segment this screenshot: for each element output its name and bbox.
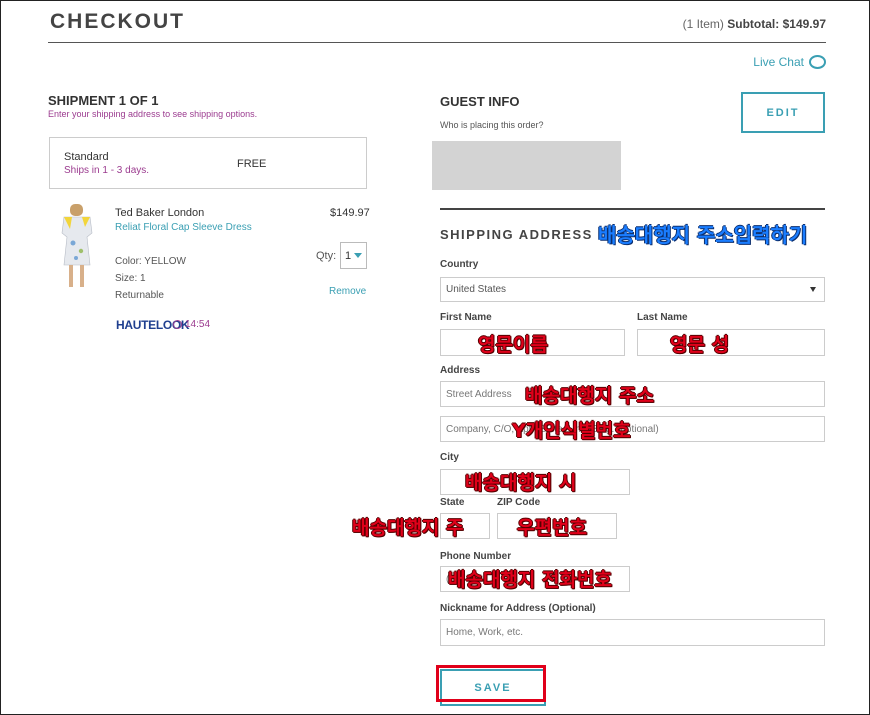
shipping-option-days: Ships in 1 - 3 days. — [64, 165, 150, 176]
annotation-first-name: 영문이름 — [478, 334, 548, 356]
product-color: Color: YELLOW — [115, 256, 186, 267]
last-name-input[interactable] — [637, 329, 825, 356]
guest-info-subtitle: Who is placing this order? — [440, 120, 544, 130]
nickname-placeholder: Home, Work, etc. — [446, 627, 524, 638]
save-highlight-box — [436, 665, 546, 702]
city-label: City — [440, 452, 459, 463]
annotation-phone: 배송대행지 전화번호 — [448, 569, 612, 591]
address-label: Address — [440, 365, 481, 376]
country-value: United States — [446, 284, 507, 295]
chevron-down-icon — [810, 287, 816, 292]
product-size: Size: 1 — [115, 273, 146, 284]
first-name-label: First Name — [440, 312, 492, 323]
nickname-input[interactable]: Home, Work, etc. — [440, 619, 825, 646]
chat-bubble-icon — [809, 55, 826, 69]
last-name-label: Last Name — [637, 312, 688, 323]
shipment-subtitle: Enter your shipping address to see shipp… — [48, 109, 258, 119]
redacted-guest-info — [432, 141, 621, 190]
timer-value: 14:54 — [185, 319, 211, 330]
live-chat-label: Live Chat — [753, 55, 804, 69]
edit-button[interactable]: EDIT — [741, 92, 825, 133]
live-chat-link[interactable]: Live Chat — [753, 55, 826, 69]
zip-label: ZIP Code — [497, 497, 541, 508]
chevron-down-icon — [354, 253, 363, 258]
qty-value: 1 — [344, 249, 352, 262]
product-price: $149.97 — [330, 207, 370, 219]
annotation-street: 배송대행지 주소 — [525, 385, 654, 407]
qty-select[interactable]: 1 — [340, 242, 367, 269]
state-label: State — [440, 497, 465, 508]
annotation-zip: 우편번호 — [517, 517, 587, 539]
subtotal-value: $149.97 — [782, 17, 826, 31]
product-brand: Ted Baker London — [115, 207, 205, 219]
country-select[interactable]: United States — [440, 277, 825, 302]
page-title: CHECKOUT — [50, 10, 185, 33]
shipping-address-title: SHIPPING ADDRESS — [440, 227, 593, 242]
subtotal-label: Subtotal: — [727, 17, 780, 31]
product-image[interactable] — [56, 203, 98, 291]
annotation-shipping-address: 배송대행지 주소입력하기 — [598, 223, 808, 247]
phone-label: Phone Number — [440, 551, 512, 562]
street-address-placeholder: Street Address — [446, 388, 512, 400]
annotation-city: 배송대행지 시 — [465, 472, 577, 494]
item-count: (1 Item) — [682, 17, 724, 31]
annotation-state: 배송대행지 주 — [352, 517, 464, 539]
header-divider — [48, 42, 826, 43]
subtotal-summary: (1 Item) Subtotal: $149.97 — [683, 17, 826, 31]
shipping-divider — [440, 208, 825, 210]
guest-info-title: GUEST INFO — [440, 94, 520, 109]
product-returnable: Returnable — [115, 290, 164, 301]
annotation-last-name: 영문 성 — [670, 334, 730, 356]
country-label: Country — [440, 259, 479, 270]
qty-label: Qty: — [316, 250, 337, 262]
clock-icon — [173, 320, 182, 329]
nickname-label: Nickname for Address (Optional) — [440, 603, 596, 614]
product-name-link[interactable]: Reliat Floral Cap Sleeve Dress — [115, 222, 252, 233]
company-input[interactable]: Company, C/O, Apt., Suite, Unit, Bldg. (… — [440, 416, 825, 442]
reservation-timer: 14:54 — [173, 319, 210, 330]
shipment-title: SHIPMENT 1 OF 1 — [48, 93, 159, 108]
annotation-company: Y개인식별번호 — [512, 420, 631, 442]
shipping-option-price: FREE — [237, 158, 267, 170]
shipping-option-name: Standard — [64, 151, 109, 163]
shipping-option-standard[interactable] — [49, 137, 367, 189]
remove-item-link[interactable]: Remove — [329, 286, 366, 297]
